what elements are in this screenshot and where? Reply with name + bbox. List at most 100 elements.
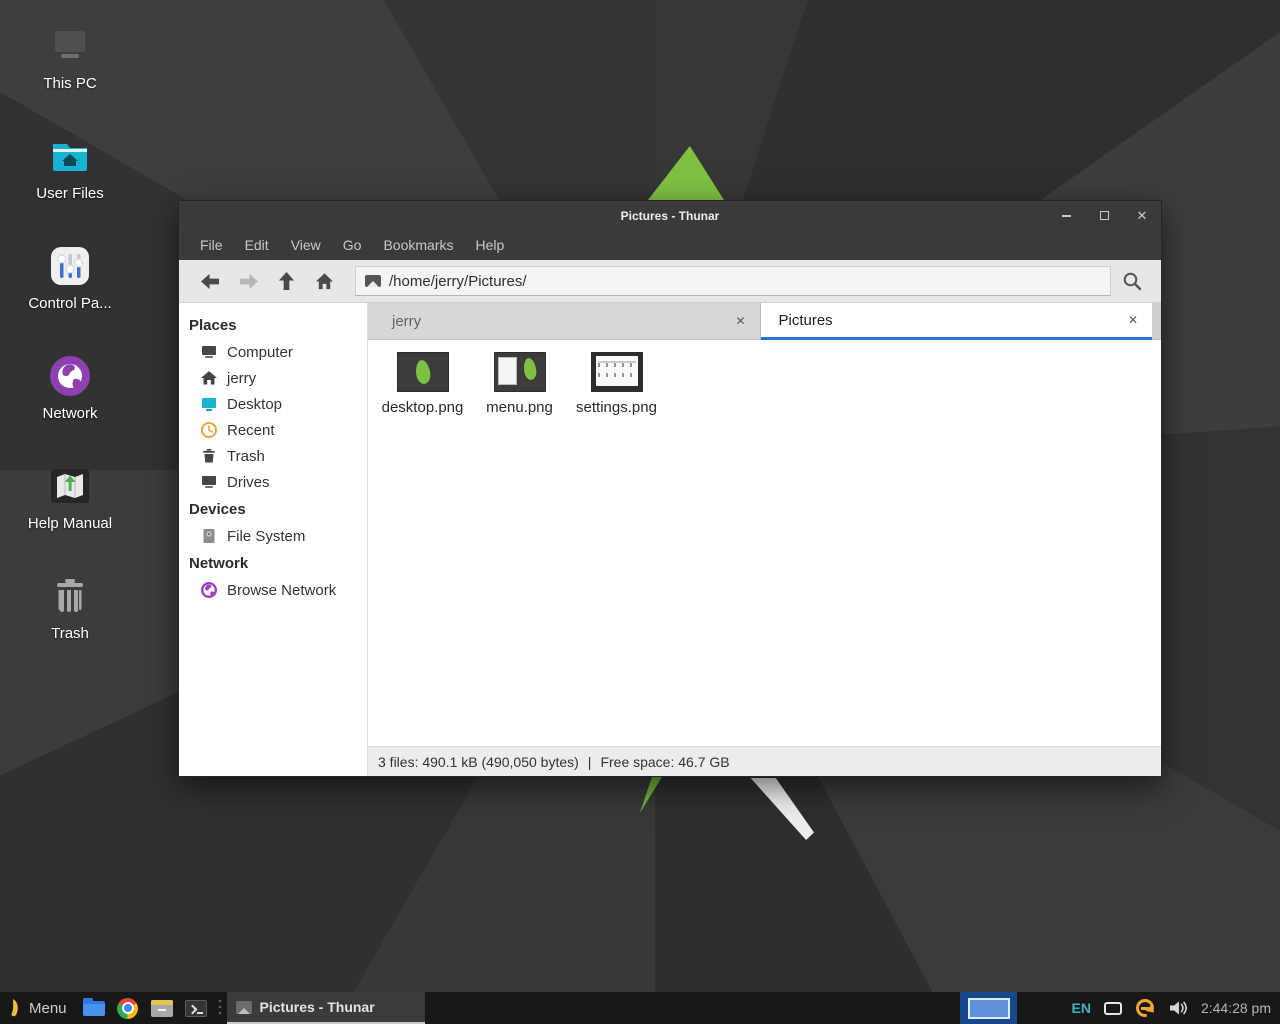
archive-icon xyxy=(151,1000,173,1017)
tab-label: jerry xyxy=(392,313,421,330)
menu-button-label: Menu xyxy=(29,1000,67,1017)
file-item-desktop-png[interactable]: desktop.png xyxy=(374,350,471,416)
filesystem-drive-icon xyxy=(200,527,218,545)
menu-go[interactable]: Go xyxy=(332,237,373,253)
desktop-icon-this-pc[interactable]: This PC xyxy=(18,24,122,124)
workspace-pager[interactable] xyxy=(960,992,1017,1024)
image-thumbnail xyxy=(494,352,546,392)
close-button[interactable]: ✕ xyxy=(1135,209,1149,223)
pc-icon xyxy=(48,24,92,68)
desktop-icon-user-files[interactable]: User Files xyxy=(18,134,122,234)
keyboard-layout-indicator[interactable]: EN xyxy=(1071,1000,1090,1016)
sidebar-header-devices: Devices xyxy=(179,495,367,523)
file-item-menu-png[interactable]: menu.png xyxy=(471,350,568,416)
image-thumbnail xyxy=(591,352,643,392)
status-files-summary: 3 files: 490.1 kB (490,050 bytes) xyxy=(378,754,579,770)
home-button[interactable] xyxy=(305,265,343,297)
file-manager-launcher[interactable] xyxy=(82,996,106,1020)
location-bar[interactable]: /home/jerry/Pictures/ xyxy=(355,266,1111,296)
menu-view[interactable]: View xyxy=(280,237,332,253)
sidebar-item-label: File System xyxy=(227,528,305,545)
window-titlebar[interactable]: Pictures - Thunar ✕ xyxy=(179,201,1161,230)
desktop-icon-label: Trash xyxy=(51,625,89,642)
window-controls: ✕ xyxy=(1059,201,1149,230)
sidebar-item-label: Trash xyxy=(227,448,265,465)
forward-button[interactable] xyxy=(229,265,267,297)
location-path: /home/jerry/Pictures/ xyxy=(389,273,527,290)
sidebar-header-places: Places xyxy=(179,311,367,339)
terminal-launcher[interactable] xyxy=(184,996,208,1020)
menu-edit[interactable]: Edit xyxy=(234,237,280,253)
sidebar-item-browse-network[interactable]: Browse Network xyxy=(179,577,367,603)
menu-file[interactable]: File xyxy=(189,237,234,253)
clock: 2:44:28 pm xyxy=(1201,1000,1271,1016)
tab-close-icon[interactable]: ✕ xyxy=(1128,313,1138,327)
sidebar-item-label: Computer xyxy=(227,344,293,361)
maximize-button[interactable] xyxy=(1097,209,1111,223)
sidebar-item-desktop[interactable]: Desktop xyxy=(179,391,367,417)
chrome-icon xyxy=(117,998,138,1019)
search-button[interactable] xyxy=(1111,265,1153,297)
back-button[interactable] xyxy=(191,265,229,297)
thunar-window-icon xyxy=(236,1001,252,1014)
window-content: Places Computer jerry Desktop Recent Tra… xyxy=(179,303,1161,776)
tab-bar-endcap xyxy=(1152,303,1161,340)
desktop-icon-network[interactable]: Network xyxy=(18,354,122,454)
search-icon xyxy=(1122,271,1142,291)
applications-menu-button[interactable]: Menu xyxy=(0,992,77,1024)
up-button[interactable] xyxy=(267,265,305,297)
tab-pictures[interactable]: Pictures ✕ xyxy=(761,303,1153,340)
status-free-space: Free space: 46.7 GB xyxy=(600,754,729,770)
sidebar-item-label: Desktop xyxy=(227,396,282,413)
sidebar-item-recent[interactable]: Recent xyxy=(179,417,367,443)
drives-icon xyxy=(200,473,218,491)
archive-manager-launcher[interactable] xyxy=(150,996,174,1020)
terminal-icon xyxy=(185,1000,207,1017)
taskbar: Menu Pictures - Thunar EN 2:44:28 pm xyxy=(0,992,1280,1024)
window-title: Pictures - Thunar xyxy=(621,209,720,223)
update-manager-icon[interactable] xyxy=(1135,998,1155,1018)
sidebar-item-trash[interactable]: Trash xyxy=(179,443,367,469)
browse-network-icon xyxy=(200,581,218,599)
desktop-icon-trash[interactable]: Trash xyxy=(18,574,122,674)
desktop-icon-help-manual[interactable]: Help Manual xyxy=(18,464,122,564)
sidebar-item-label: Recent xyxy=(227,422,275,439)
desktop-icon xyxy=(200,395,218,413)
tab-close-icon[interactable]: ✕ xyxy=(735,314,745,328)
sidebar-item-drives[interactable]: Drives xyxy=(179,469,367,495)
sidebar-item-jerry[interactable]: jerry xyxy=(179,365,367,391)
back-arrow-icon xyxy=(201,272,220,291)
sidebar-item-label: Browse Network xyxy=(227,582,336,599)
file-item-settings-png[interactable]: settings.png xyxy=(568,350,665,416)
sidebar-header-network: Network xyxy=(179,549,367,577)
trash-icon xyxy=(48,574,92,618)
minimize-button[interactable] xyxy=(1059,209,1073,223)
toolbar: /home/jerry/Pictures/ xyxy=(179,260,1161,303)
taskbar-window-label: Pictures - Thunar xyxy=(260,999,375,1015)
menu-bookmarks[interactable]: Bookmarks xyxy=(372,237,464,253)
display-indicator-icon[interactable] xyxy=(1104,1002,1122,1015)
desktop-icon-label: Help Manual xyxy=(28,515,112,532)
tab-label: Pictures xyxy=(779,312,833,329)
tab-jerry[interactable]: jerry ✕ xyxy=(368,303,761,340)
sidebar-item-computer[interactable]: Computer xyxy=(179,339,367,365)
desktop-icon-label: Network xyxy=(42,405,97,422)
status-bar: 3 files: 490.1 kB (490,050 bytes) | Free… xyxy=(368,746,1161,776)
sidebar-item-file-system[interactable]: File System xyxy=(179,523,367,549)
control-panel-icon xyxy=(48,244,92,288)
file-name: settings.png xyxy=(576,399,657,416)
sidebar-item-label: Drives xyxy=(227,474,270,491)
desktop-icon-control-panel[interactable]: Control Pa... xyxy=(18,244,122,344)
home-icon xyxy=(200,369,218,387)
sidebar-item-label: jerry xyxy=(227,370,256,387)
distro-logo-icon xyxy=(8,998,21,1018)
status-separator: | xyxy=(588,754,592,770)
volume-icon[interactable] xyxy=(1168,999,1188,1017)
taskbar-window-button[interactable]: Pictures - Thunar xyxy=(227,992,425,1024)
sidebar: Places Computer jerry Desktop Recent Tra… xyxy=(179,303,368,776)
recent-clock-icon xyxy=(200,421,218,439)
menu-help[interactable]: Help xyxy=(465,237,516,253)
workspace-1[interactable] xyxy=(968,998,1010,1019)
image-folder-icon xyxy=(365,275,381,287)
browser-launcher[interactable] xyxy=(116,996,140,1020)
